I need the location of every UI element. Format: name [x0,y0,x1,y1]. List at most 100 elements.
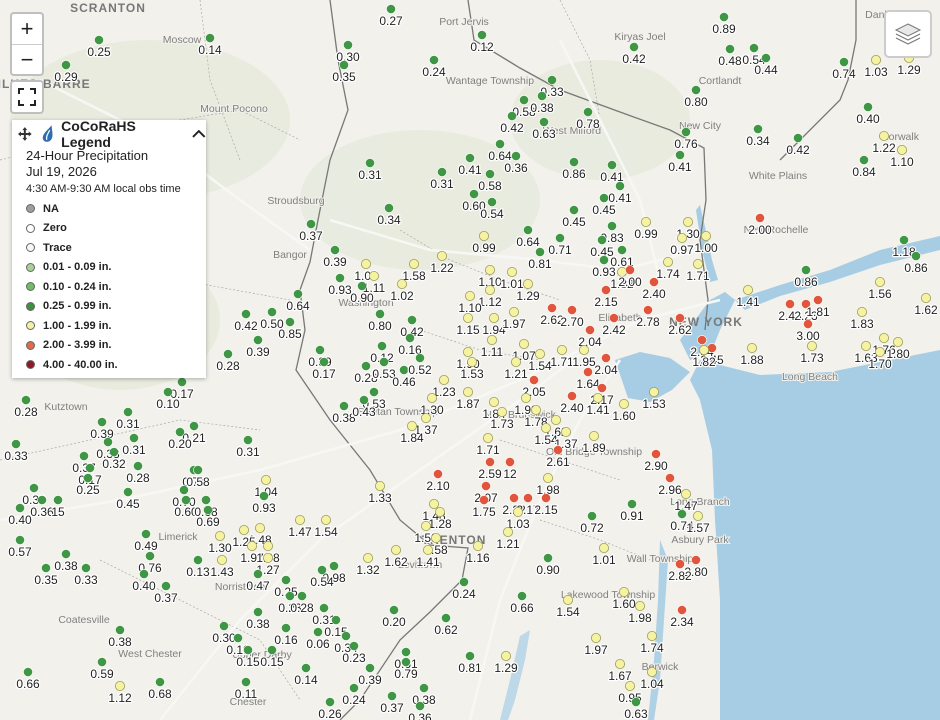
station-dot[interactable] [241,309,251,319]
station-dot[interactable] [419,683,429,693]
station-dot[interactable] [61,549,71,559]
station-dot[interactable] [599,255,609,265]
station-dot[interactable] [681,488,692,499]
station-dot[interactable] [193,465,203,475]
station-dot[interactable] [615,659,626,670]
station-dot[interactable] [241,677,251,687]
station-dot[interactable] [607,221,617,231]
station-dot[interactable] [233,633,243,643]
station-dot[interactable] [535,348,546,359]
station-dot[interactable] [306,219,316,229]
station-dot[interactable] [465,651,475,661]
station-dot[interactable] [262,541,273,552]
station-dot[interactable] [243,435,253,445]
station-dot[interactable] [481,481,491,491]
station-dot[interactable] [665,473,675,483]
station-dot[interactable] [863,102,873,112]
layers-button[interactable] [884,10,932,58]
zoom-in-button[interactable]: + [12,14,42,44]
station-dot[interactable] [615,181,625,191]
station-dot[interactable] [123,487,133,497]
station-dot[interactable] [617,245,627,255]
station-dot[interactable] [567,305,577,315]
station-dot[interactable] [331,615,341,625]
station-dot[interactable] [315,345,325,355]
station-dot[interactable] [317,565,327,575]
station-dot[interactable] [563,595,574,606]
station-dot[interactable] [97,657,107,667]
station-dot[interactable] [500,651,511,662]
station-dot[interactable] [859,155,869,165]
station-dot[interactable] [521,392,532,403]
station-dot[interactable] [53,495,63,505]
station-dot[interactable] [343,40,353,50]
station-dot[interactable] [365,663,375,673]
station-dot[interactable] [484,284,495,295]
station-dot[interactable] [369,387,379,397]
station-dot[interactable] [438,374,449,385]
station-dot[interactable] [496,406,507,417]
station-dot[interactable] [161,581,171,591]
station-dot[interactable] [683,216,694,227]
station-dot[interactable] [583,367,593,377]
station-dot[interactable] [319,357,329,367]
station-dot[interactable] [897,144,908,155]
station-dot[interactable] [243,645,253,655]
zoom-out-button[interactable]: − [12,44,42,74]
station-dot[interactable] [341,631,351,641]
station-dot[interactable] [441,613,451,623]
station-dot[interactable] [553,445,563,455]
station-dot[interactable] [238,525,249,536]
station-dot[interactable] [487,197,497,207]
station-dot[interactable] [357,281,367,291]
station-dot[interactable] [415,701,425,711]
station-dot[interactable] [857,306,868,317]
station-dot[interactable] [61,60,71,70]
station-dot[interactable] [813,295,823,305]
station-dot[interactable] [262,553,273,564]
station-dot[interactable] [374,480,385,491]
station-dot[interactable] [420,412,431,423]
station-dot[interactable] [465,153,475,163]
station-dot[interactable] [15,503,25,513]
station-dot[interactable] [899,235,909,245]
station-dot[interactable] [519,338,530,349]
station-dot[interactable] [681,127,691,137]
station-dot[interactable] [319,603,329,613]
station-dot[interactable] [426,392,437,403]
station-dot[interactable] [699,344,710,355]
station-dot[interactable] [205,33,215,43]
station-dot[interactable] [607,160,617,170]
station-dot[interactable] [609,313,619,323]
station-dot[interactable] [422,545,433,556]
station-dot[interactable] [339,60,349,70]
station-dot[interactable] [469,189,479,199]
station-dot[interactable] [320,515,331,526]
station-dot[interactable] [543,553,553,563]
station-dot[interactable] [464,290,475,301]
station-dot[interactable] [193,555,203,565]
station-dot[interactable] [155,677,165,687]
station-dot[interactable] [437,167,447,177]
station-dot[interactable] [749,43,759,53]
station-dot[interactable] [477,30,487,40]
station-dot[interactable] [379,357,389,367]
station-dot[interactable] [587,511,597,521]
station-dot[interactable] [466,356,477,367]
station-dot[interactable] [478,230,489,241]
station-dot[interactable] [879,332,890,343]
station-dot[interactable] [301,663,311,673]
station-dot[interactable] [484,264,495,275]
station-dot[interactable] [486,334,497,345]
station-dot[interactable] [462,312,473,323]
station-dot[interactable] [619,398,630,409]
station-dot[interactable] [259,491,269,501]
station-dot[interactable] [285,317,295,327]
station-dot[interactable] [129,433,139,443]
station-dot[interactable] [141,529,151,539]
station-dot[interactable] [510,356,521,367]
station-dot[interactable] [508,306,519,317]
station-dot[interactable] [390,545,401,556]
station-dot[interactable] [539,117,549,127]
station-dot[interactable] [569,157,579,167]
